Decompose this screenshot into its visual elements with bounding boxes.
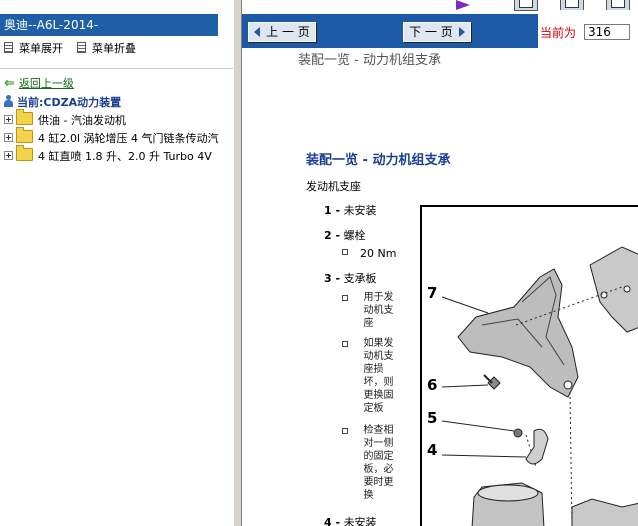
prev-page-button[interactable]: 上 一 页 (248, 22, 316, 42)
folder-icon (16, 109, 33, 125)
next-page-label: 下 一 页 (409, 25, 453, 39)
item-number: 2 - (324, 229, 341, 242)
tree-pane: 奥迪--A6L-2014- 菜单展开 菜单折叠 ⇐ 返回上一级 当前:CDZA动力… (0, 0, 233, 526)
tree-item[interactable]: 4 缸直喷 1.8 升、2.0 升 Turbo 4V (4, 145, 212, 166)
page-indicator: 当前为 (538, 10, 638, 48)
list-item: 1 - 未安装 (324, 202, 377, 218)
page-number-input[interactable] (584, 24, 630, 40)
tree-item[interactable]: 4 缸2.0l 涡轮增压 4 气门链条传动汽 (4, 127, 219, 148)
window-icon[interactable] (514, 0, 538, 11)
list-item: 4 - 未安装 (324, 514, 377, 526)
expand-plus-icon[interactable] (4, 133, 13, 142)
item-number: 1 - (324, 204, 341, 217)
folder-icon (16, 145, 33, 161)
group-label: 发动机支座 (306, 180, 361, 193)
bullet-icon (342, 341, 348, 347)
bullet-icon (342, 428, 348, 434)
section-title: 装配一览 - 动力机组支承 (306, 153, 451, 168)
note-text: 如果发动机支座损坏，则更换固定板 (363, 338, 394, 414)
folder-icon (16, 127, 33, 143)
note-text: 检查相对一侧的固定板，必要时更换 (363, 425, 394, 501)
list-item: 2 - 螺栓 (324, 227, 366, 243)
prev-page-label: 上 一 页 (266, 25, 310, 39)
callout-number: 5 (427, 409, 438, 427)
torque-value: 20 Nm (360, 247, 397, 260)
collapse-menu-label: 菜单折叠 (92, 42, 136, 55)
pane-splitter[interactable] (233, 0, 242, 526)
tree-item-label[interactable]: 4 缸2.0l 涡轮增压 4 气门链条传动汽 (38, 132, 219, 145)
tree-item-label[interactable]: 供油 - 汽油发动机 (38, 114, 126, 127)
back-arrow-icon: ⇐ (4, 76, 15, 91)
divider (0, 68, 233, 69)
exploded-view-figure (420, 205, 638, 526)
next-page-button[interactable]: 下 一 页 (403, 22, 471, 42)
item-number: 3 - (324, 272, 341, 285)
item-label: 支承板 (343, 272, 377, 285)
back-link-label[interactable]: 返回上一级 (19, 77, 74, 90)
back-link[interactable]: ⇐ 返回上一级 (4, 75, 74, 93)
arrow-right-icon (458, 27, 465, 37)
user-icon (4, 95, 13, 107)
expand-menu-button[interactable]: 菜单展开 (4, 42, 63, 56)
item-label: 螺栓 (343, 229, 366, 242)
expand-menu-label: 菜单展开 (19, 42, 63, 55)
play-icon[interactable] (456, 0, 470, 10)
list-icon (77, 42, 86, 53)
item-label: 未安装 (343, 516, 377, 526)
list-icon (4, 42, 13, 53)
callout-number: 4 (427, 441, 438, 459)
tree-title: 奥迪--A6L-2014- (0, 14, 218, 36)
expand-plus-icon[interactable] (4, 115, 13, 124)
note-item: 用于发动机支座 (342, 291, 402, 330)
callout-number: 7 (427, 284, 438, 302)
note-text: 用于发动机支座 (363, 292, 394, 329)
item-label: 未安装 (343, 204, 377, 217)
note-item: 检查相对一侧的固定板，必要时更换 (342, 424, 402, 502)
item-number: 4 - (324, 516, 341, 526)
arrow-left-icon (254, 27, 261, 37)
torque-note: 20 Nm (342, 247, 396, 260)
expand-plus-icon[interactable] (4, 151, 13, 160)
page-subheading: 装配一览 - 动力机组支承 (298, 53, 441, 68)
list-item: 3 - 支承板 (324, 270, 377, 286)
engine-mount-drawing (441, 246, 638, 526)
document-pane: 上 一 页 下 一 页 当前为 装配一览 - 动力机组支承 装配一览 - 动力机… (242, 0, 638, 526)
callout-number: 6 (427, 376, 438, 394)
bullet-icon (342, 249, 348, 255)
collapse-menu-button[interactable]: 菜单折叠 (77, 42, 136, 56)
current-page-label: 当前为 (540, 26, 577, 40)
current-node-label: 当前:CDZA动力装置 (17, 96, 122, 109)
note-item: 如果发动机支座损坏，则更换固定板 (342, 337, 402, 415)
tree-item-label[interactable]: 4 缸直喷 1.8 升、2.0 升 Turbo 4V (38, 150, 212, 163)
bullet-icon (342, 295, 348, 301)
